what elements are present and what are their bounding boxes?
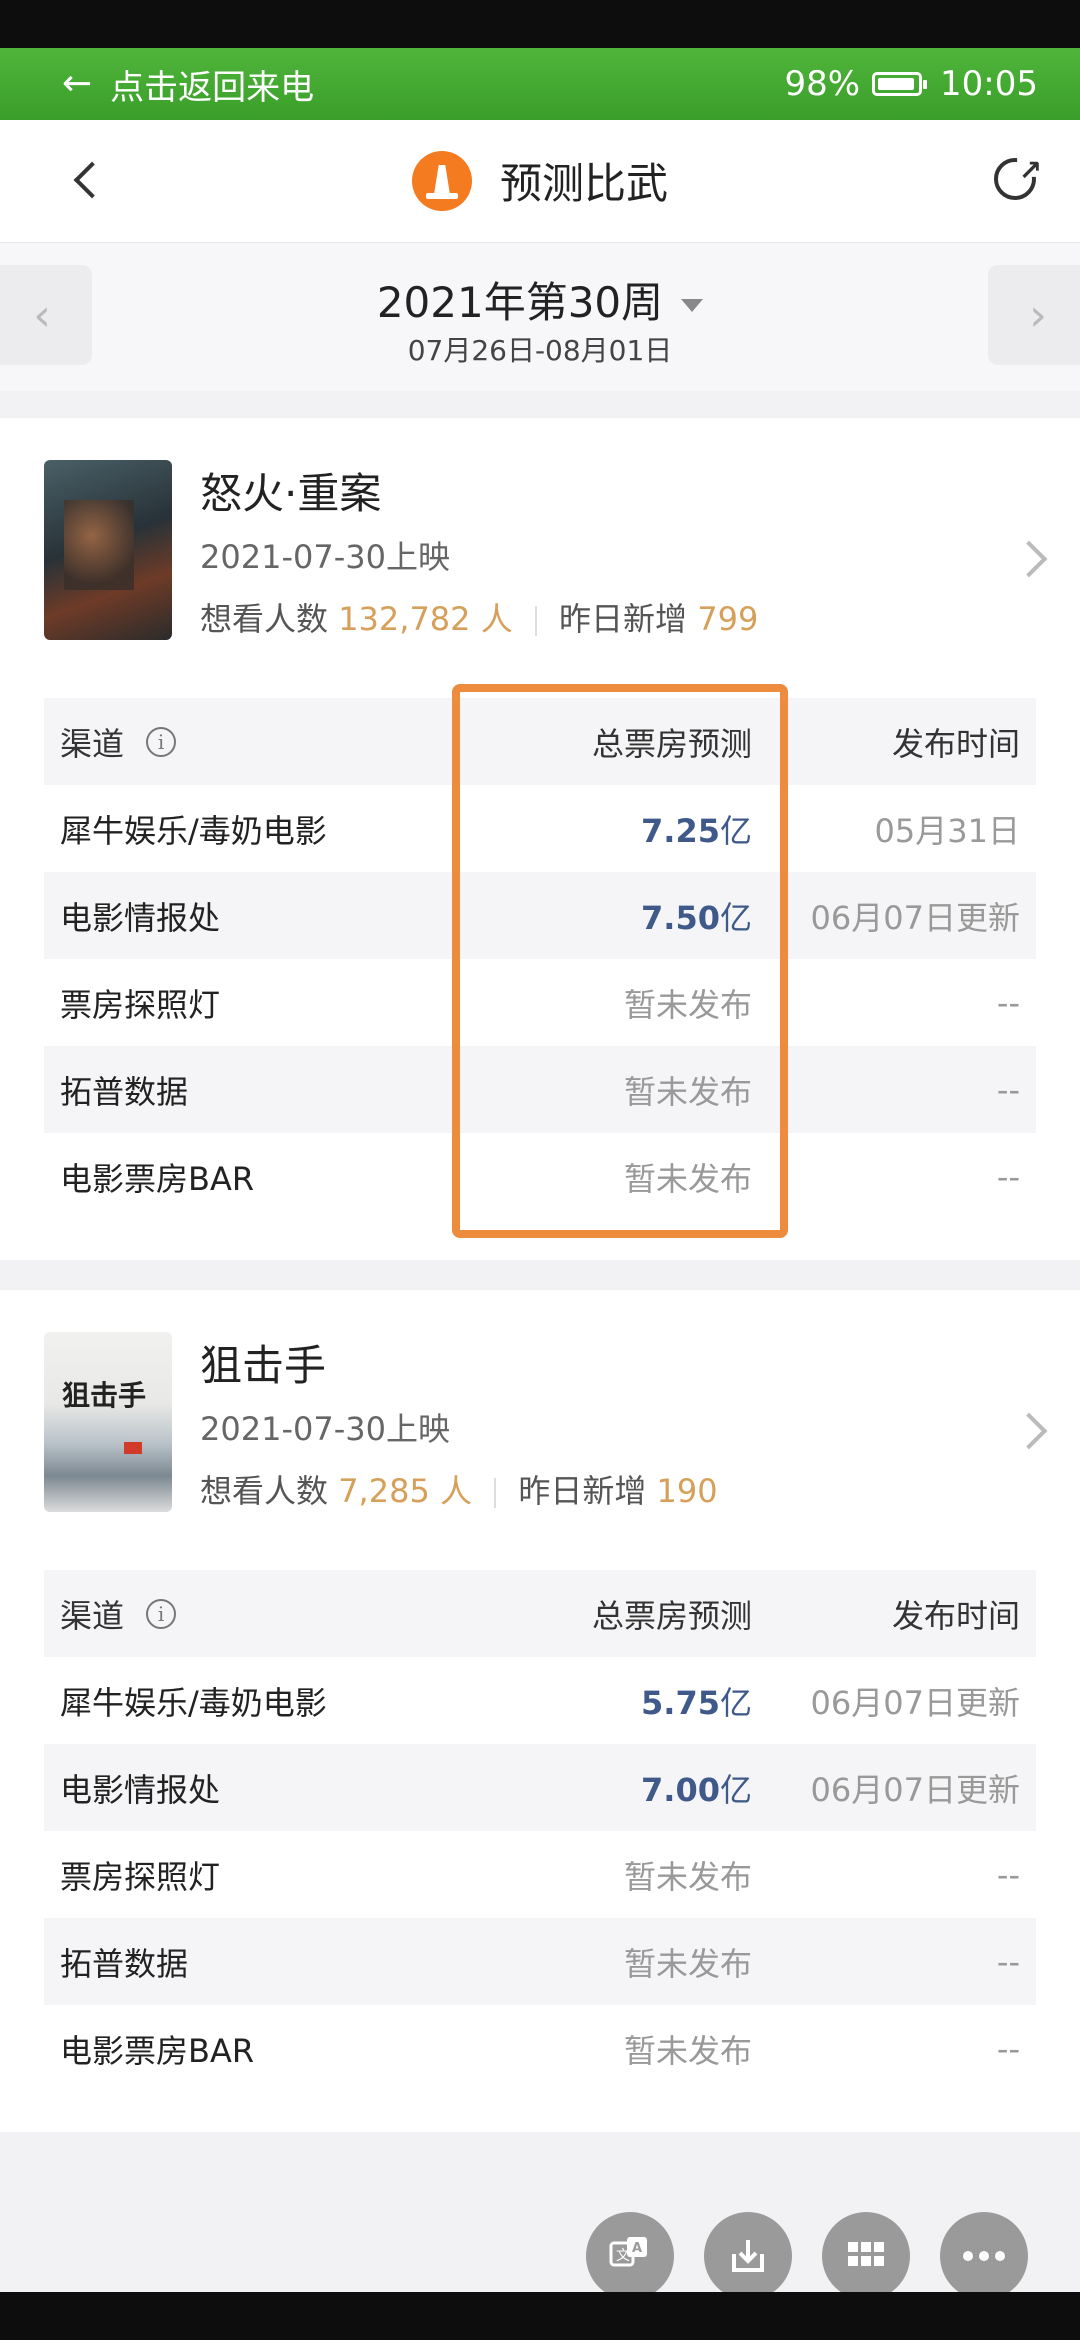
movie-stats: 想看人数 132,782 人 昨日新增 799 bbox=[200, 594, 758, 640]
channel-name: 拓普数据 bbox=[60, 1944, 189, 1983]
forecast-unit: 亿 bbox=[719, 1770, 752, 1809]
chevron-right-icon[interactable] bbox=[1010, 540, 1048, 578]
col-channel: 渠道 bbox=[60, 724, 125, 763]
forecast-table: 渠道 i 总票房预测 发布时间 犀牛娱乐/毒奶电影 5.75亿 06月07日更新 … bbox=[44, 1570, 1036, 2092]
published-date: 06月07日更新 bbox=[810, 1683, 1020, 1722]
channel-name: 犀牛娱乐/毒奶电影 bbox=[60, 811, 327, 850]
grid-button[interactable] bbox=[822, 2212, 910, 2300]
published-date: -- bbox=[996, 1855, 1020, 1894]
table-row: 拓普数据 暂未发布 -- bbox=[44, 1918, 1036, 2005]
channel-name: 票房探照灯 bbox=[60, 1857, 221, 1896]
release-date: 2021-07-30上映 bbox=[200, 1410, 450, 1448]
new-count: 799 bbox=[697, 600, 759, 638]
new-label: 昨日新增 bbox=[559, 600, 688, 638]
release-date: 2021-07-30上映 bbox=[200, 538, 450, 576]
chevron-right-icon: › bbox=[1029, 289, 1047, 341]
page-title: 预测比武 bbox=[499, 159, 668, 208]
battery-percent: 98% bbox=[784, 64, 861, 104]
forecast-highlight-box bbox=[452, 684, 788, 1238]
col-published: 发布时间 bbox=[891, 1596, 1020, 1635]
channel-name: 拓普数据 bbox=[60, 1072, 189, 1111]
download-button[interactable] bbox=[704, 2212, 792, 2300]
published-date: -- bbox=[996, 1942, 1020, 1981]
next-week-button[interactable]: › bbox=[988, 265, 1080, 365]
battery-icon bbox=[872, 72, 928, 96]
want-label: 想看人数 bbox=[200, 600, 329, 638]
channel-name: 犀牛娱乐/毒奶电影 bbox=[60, 1683, 327, 1722]
channel-name: 电影票房BAR bbox=[60, 1159, 255, 1198]
more-button[interactable] bbox=[940, 2212, 1028, 2300]
col-channel: 渠道 bbox=[60, 1596, 125, 1635]
week-range: 07月26日-08月01日 bbox=[407, 334, 673, 367]
forecast-pending: 暂未发布 bbox=[623, 1944, 752, 1983]
forecast-unit: 亿 bbox=[719, 1683, 752, 1722]
lighthouse-logo-icon bbox=[411, 150, 472, 211]
forecast-value: 7.00 bbox=[641, 1770, 720, 1809]
col-published: 发布时间 bbox=[891, 724, 1020, 763]
svg-text:A: A bbox=[632, 2241, 642, 2256]
week-selector: ‹ 2021年第30周 07月26日-08月01日 › bbox=[0, 243, 1080, 391]
call-return-text: 点击返回来电 bbox=[110, 67, 315, 108]
info-icon[interactable]: i bbox=[146, 1598, 177, 1629]
info-icon[interactable]: i bbox=[146, 726, 177, 757]
top-bezel bbox=[0, 0, 1080, 48]
new-label: 昨日新增 bbox=[518, 1472, 647, 1510]
published-date: 06月07日更新 bbox=[810, 1770, 1020, 1809]
published-date: 05月31日 bbox=[874, 811, 1020, 850]
published-date: -- bbox=[996, 2029, 1020, 2068]
published-date: -- bbox=[996, 983, 1020, 1022]
published-date: -- bbox=[996, 1157, 1020, 1196]
new-count: 190 bbox=[656, 1472, 718, 1510]
channel-name: 电影票房BAR bbox=[60, 2031, 255, 2070]
table-row: 票房探照灯 暂未发布 -- bbox=[44, 1831, 1036, 1918]
channel-name: 电影情报处 bbox=[60, 1770, 221, 1809]
want-unit: 人 bbox=[480, 600, 513, 638]
status-time: 10:05 bbox=[940, 64, 1038, 104]
want-count: 7,285 bbox=[338, 1472, 430, 1510]
chevron-right-icon[interactable] bbox=[1010, 1412, 1048, 1450]
movie-title[interactable]: 怒火·重案 bbox=[200, 460, 381, 521]
table-row: 电影情报处 7.00亿 06月07日更新 bbox=[44, 1744, 1036, 1831]
channel-name: 电影情报处 bbox=[60, 898, 221, 937]
return-to-call-bar[interactable]: ← 点击返回来电 98% 10:05 bbox=[0, 48, 1080, 120]
download-icon bbox=[732, 2240, 764, 2272]
want-count: 132,782 bbox=[338, 600, 471, 638]
back-arrow-icon: ← bbox=[62, 63, 93, 104]
forecast-value: 5.75 bbox=[641, 1683, 720, 1722]
table-row: 电影票房BAR 暂未发布 -- bbox=[44, 2005, 1036, 2092]
movie-card: 狙击手 2021-07-30上映 想看人数 7,285 人 昨日新增 190 渠… bbox=[0, 1290, 1080, 2132]
more-icon bbox=[963, 2251, 1005, 2261]
want-label: 想看人数 bbox=[200, 1472, 329, 1510]
grid-icon bbox=[848, 2242, 884, 2266]
app-header: 预测比武 ↗ bbox=[0, 120, 1080, 243]
movie-title[interactable]: 狙击手 bbox=[200, 1332, 326, 1393]
translate-button[interactable]: 文 A bbox=[586, 2212, 674, 2300]
channel-name: 票房探照灯 bbox=[60, 985, 221, 1024]
table-header: 渠道 i 总票房预测 发布时间 bbox=[44, 1570, 1036, 1657]
translate-icon: 文 A bbox=[609, 2237, 647, 2267]
caret-down-icon bbox=[681, 299, 704, 312]
movie-stats: 想看人数 7,285 人 昨日新增 190 bbox=[200, 1466, 718, 1512]
movie-poster[interactable] bbox=[44, 460, 172, 640]
want-unit: 人 bbox=[439, 1472, 472, 1510]
forecast-pending: 暂未发布 bbox=[623, 1857, 752, 1896]
published-date: 06月07日更新 bbox=[810, 898, 1020, 937]
share-button[interactable]: ↗ bbox=[992, 154, 1042, 206]
week-title: 2021年第30周 bbox=[376, 278, 664, 327]
bottom-bezel bbox=[0, 2292, 1080, 2340]
week-dropdown[interactable]: 2021年第30周 bbox=[0, 269, 1080, 330]
table-row: 犀牛娱乐/毒奶电影 5.75亿 06月07日更新 bbox=[44, 1657, 1036, 1744]
col-forecast: 总票房预测 bbox=[591, 1596, 752, 1635]
movie-poster[interactable] bbox=[44, 1332, 172, 1512]
forecast-pending: 暂未发布 bbox=[623, 2031, 752, 2070]
published-date: -- bbox=[996, 1070, 1020, 1109]
